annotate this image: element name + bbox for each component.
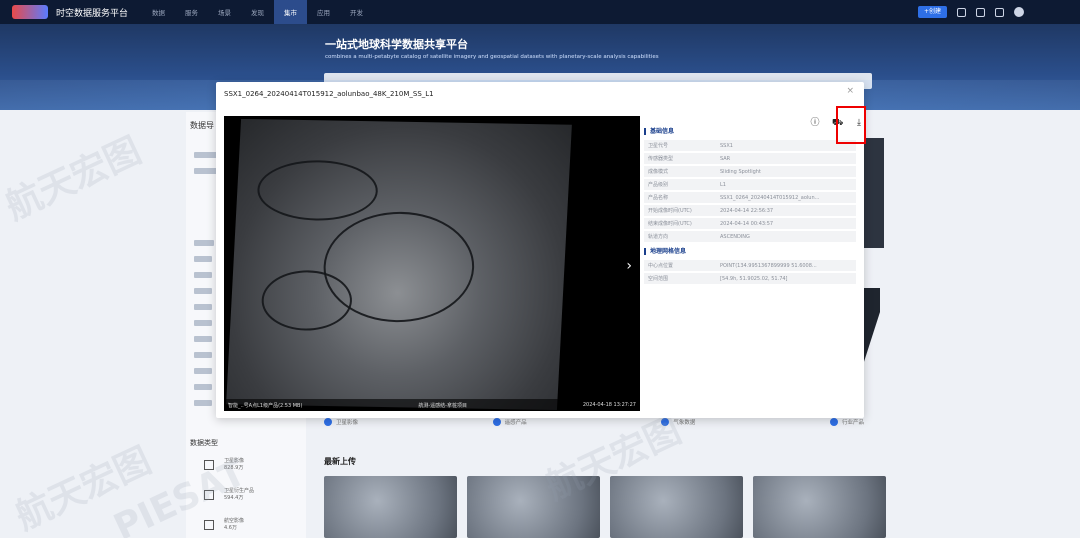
info-row-label: 产品名称 — [648, 195, 669, 201]
image-detail-modal: SSX1_0264_20240414T015912_aolunbao_48K_2… — [216, 82, 866, 418]
info-row: 空间范围 [54.9h, 51.9025.02, 51.74] — [644, 273, 856, 285]
info-row-value: SAR — [720, 155, 731, 162]
info-row-value: SSX1_0264_20240414T015912_aolun... — [720, 194, 820, 201]
section-basic-info: 基础信息 — [644, 128, 674, 135]
info-row-label: 开始成像时间(UTC) — [648, 208, 692, 214]
nav-item-service[interactable]: 服务 — [175, 0, 208, 24]
info-panel: ⓘ ⛟ ⤓ 基础信息 卫星代号 SSX1 传感器类型 SAR 成像模式 Slid… — [644, 116, 861, 411]
settings-icon[interactable] — [995, 7, 1004, 17]
topbar-actions: +创建 — [917, 6, 1024, 18]
info-row-value: ASCENDING — [720, 233, 750, 240]
river-feature — [255, 159, 380, 222]
nav-item-apps[interactable]: 应用 — [307, 0, 340, 24]
viewer-file-info: 智能_..号A点L1级产品(2.53 MB) — [228, 402, 303, 409]
info-row: 传感器类型 SAR — [644, 153, 856, 165]
logo-mark-icon — [12, 5, 48, 19]
info-row-label: 成像模式 — [648, 169, 669, 175]
info-row-label: 轨道方向 — [648, 234, 669, 240]
platform-title: 时空数据服务平台 — [56, 8, 129, 19]
info-row-value: L1 — [720, 181, 726, 188]
chevron-right-icon[interactable]: › — [626, 258, 632, 274]
cart-icon[interactable] — [976, 7, 985, 17]
river-feature — [260, 269, 354, 332]
nav-item-discover[interactable]: 发现 — [241, 0, 274, 24]
close-icon[interactable]: × — [846, 86, 854, 96]
info-row-label: 空间范围 — [648, 276, 669, 282]
create-button[interactable]: +创建 — [917, 6, 947, 18]
image-viewer[interactable]: › 智能_..号A点L1级产品(2.53 MB) 航测-遥感结-拿桩项目 202… — [224, 116, 640, 411]
info-row-value: Sliding Spotlight — [720, 168, 761, 175]
viewer-timestamp: 2024-04-18 13:27:27 — [582, 402, 636, 408]
info-row-label: 中心点位置 — [648, 263, 674, 269]
info-row: 轨道方向 ASCENDING — [644, 231, 856, 243]
info-row: 成像模式 Sliding Spotlight — [644, 166, 856, 178]
info-row: 中心点位置 POINT(134.9951367899999 51.6008... — [644, 260, 856, 272]
viewer-project: 航测-遥感结-拿桩项目 — [418, 402, 467, 409]
info-row-value: POINT(134.9951367899999 51.6008... — [720, 262, 817, 269]
info-row-value: 2024-04-14 00:43:57 — [720, 220, 774, 227]
sar-image-preview — [226, 118, 572, 411]
nav-item-data[interactable]: 数据 — [142, 0, 175, 24]
info-row: 产品级别 L1 — [644, 179, 856, 191]
section-geo-grid: 地理网格信息 — [644, 248, 686, 255]
info-row-value: 2024-04-14 22:56:37 — [720, 207, 774, 214]
viewer-footer: 智能_..号A点L1级产品(2.53 MB) 航测-遥感结-拿桩项目 2024-… — [224, 399, 640, 411]
info-icon[interactable]: ⓘ — [810, 118, 820, 128]
avatar[interactable] — [1014, 7, 1024, 17]
main-nav: 数据 服务 场景 发现 集市 应用 开发 — [142, 0, 373, 24]
info-row: 结束成像时间(UTC) 2024-04-14 00:43:57 — [644, 218, 856, 230]
info-row-label: 卫星代号 — [648, 143, 669, 149]
nav-item-market[interactable]: 集市 — [274, 0, 308, 24]
info-row: 开始成像时间(UTC) 2024-04-14 22:56:37 — [644, 205, 856, 217]
document-icon[interactable] — [957, 7, 966, 17]
modal-title: SSX1_0264_20240414T015912_aolunbao_48K_2… — [224, 90, 434, 98]
info-row: 卫星代号 SSX1 — [644, 140, 856, 152]
info-row: 产品名称 SSX1_0264_20240414T015912_aolun... — [644, 192, 856, 204]
info-row-label: 产品级别 — [648, 182, 669, 188]
download-highlight-box — [836, 106, 866, 144]
nav-item-scene[interactable]: 场景 — [208, 0, 241, 24]
info-row-label: 结束成像时间(UTC) — [648, 221, 692, 227]
info-row-label: 传感器类型 — [648, 156, 674, 162]
nav-item-develop[interactable]: 开发 — [340, 0, 373, 24]
top-navbar: 时空数据服务平台 数据 服务 场景 发现 集市 应用 开发 +创建 — [0, 0, 1080, 24]
logo[interactable]: 时空数据服务平台 — [12, 5, 128, 19]
info-row-value: [54.9h, 51.9025.02, 51.74] — [720, 275, 788, 282]
